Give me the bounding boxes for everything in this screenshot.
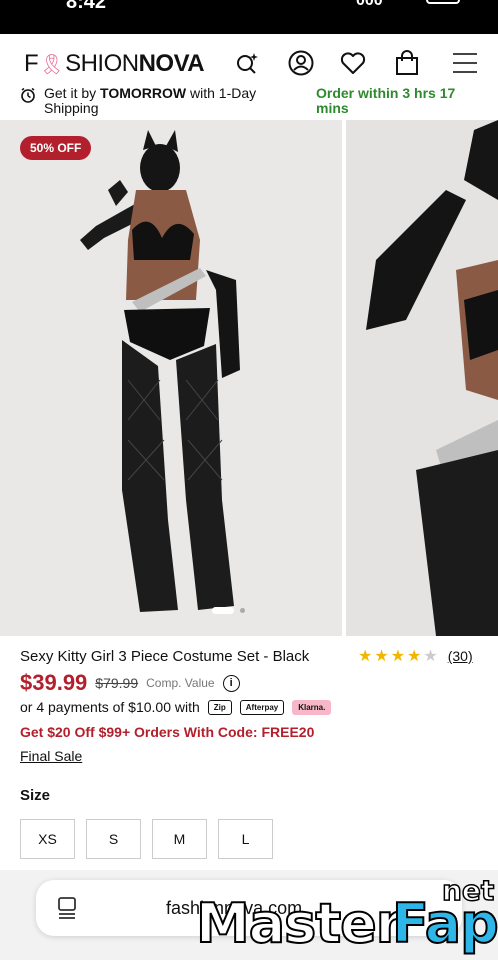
size-label: Size [20, 787, 51, 804]
page-menu-icon[interactable] [56, 896, 78, 920]
order-countdown: Order within 3 hrs 17 mins [316, 85, 456, 116]
size-selector: XS S M L [20, 819, 273, 859]
signal-indicator: 000 [356, 0, 383, 9]
sale-price: $39.99 [20, 670, 88, 695]
star-empty-icon: ★ [423, 648, 438, 665]
size-option-m[interactable]: M [152, 819, 207, 859]
info-icon[interactable]: i [222, 674, 240, 692]
star-icon: ★ [358, 648, 373, 665]
status-time: 8:42 [66, 0, 107, 13]
shipping-estimate: Get it by TOMORROW with 1-Day Shipping [20, 86, 310, 116]
product-rating[interactable]: ★ ★ ★ ★ ★ (30) [358, 646, 473, 666]
sparkle-search-icon[interactable] [232, 48, 262, 78]
product-image-main[interactable]: 50% OFF [0, 120, 342, 636]
installment-row: or 4 payments of $10.00 with Zip Afterpa… [20, 699, 332, 715]
menu-icon[interactable] [450, 48, 480, 78]
watermark-master: Master [195, 891, 403, 956]
review-count-link[interactable]: (30) [448, 648, 473, 664]
status-bar: 8:42 000 [0, 0, 498, 34]
account-icon[interactable] [286, 48, 316, 78]
pagination-dot-active[interactable] [212, 607, 234, 614]
discount-badge: 50% OFF [20, 136, 92, 160]
size-option-s[interactable]: S [86, 819, 141, 859]
shipping-day: TOMORROW [100, 85, 187, 101]
model-photo-2 [346, 120, 498, 636]
installment-text: or 4 payments of $10.00 with [20, 699, 200, 715]
product-image-gallery[interactable]: 50% OFF [0, 120, 498, 636]
final-sale-link[interactable]: Final Sale [20, 748, 82, 764]
shipping-prefix: Get it by [44, 85, 97, 101]
logo-fashion: SHION [65, 50, 139, 77]
compare-price: $79.99 [95, 675, 139, 691]
product-title: Sexy Kitty Girl 3 Piece Costume Set - Bl… [20, 648, 310, 665]
star-icon: ★ [407, 648, 422, 665]
alarm-clock-icon [21, 87, 35, 103]
size-option-l[interactable]: L [218, 819, 273, 859]
product-image-next[interactable] [346, 120, 498, 636]
afterpay-badge[interactable]: Afterpay [239, 699, 285, 715]
watermark-logo: net Master Fap [195, 873, 498, 960]
star-icon: ★ [390, 648, 406, 665]
logo-nova: NOVA [138, 50, 205, 77]
model-photo [0, 120, 342, 636]
gallery-pagination[interactable] [212, 607, 245, 614]
size-option-xs[interactable]: XS [20, 819, 75, 859]
pink-ribbon-icon: 🎗 [39, 53, 65, 76]
price-row: $39.99 $79.99 Comp. Value i [20, 670, 240, 696]
star-icon: ★ [374, 648, 389, 665]
site-header: F 🎗 SHION NOVA Get it by TOMORROW with 1… [0, 34, 498, 118]
pagination-dot[interactable] [240, 608, 245, 613]
logo-letter-f: F [24, 50, 39, 77]
watermark-fap: Fap [391, 891, 498, 956]
fashion-nova-logo[interactable]: F 🎗 SHION NOVA [24, 50, 205, 78]
battery-icon [426, 0, 460, 4]
bag-icon[interactable] [392, 48, 422, 78]
klarna-badge[interactable]: Klarna. [292, 699, 332, 715]
comp-value-label: Comp. Value [146, 676, 215, 690]
zip-pay-badge[interactable]: Zip [207, 699, 232, 715]
heart-icon[interactable] [338, 48, 368, 78]
promo-code-text: Get $20 Off $99+ Orders With Code: FREE2… [20, 724, 315, 740]
